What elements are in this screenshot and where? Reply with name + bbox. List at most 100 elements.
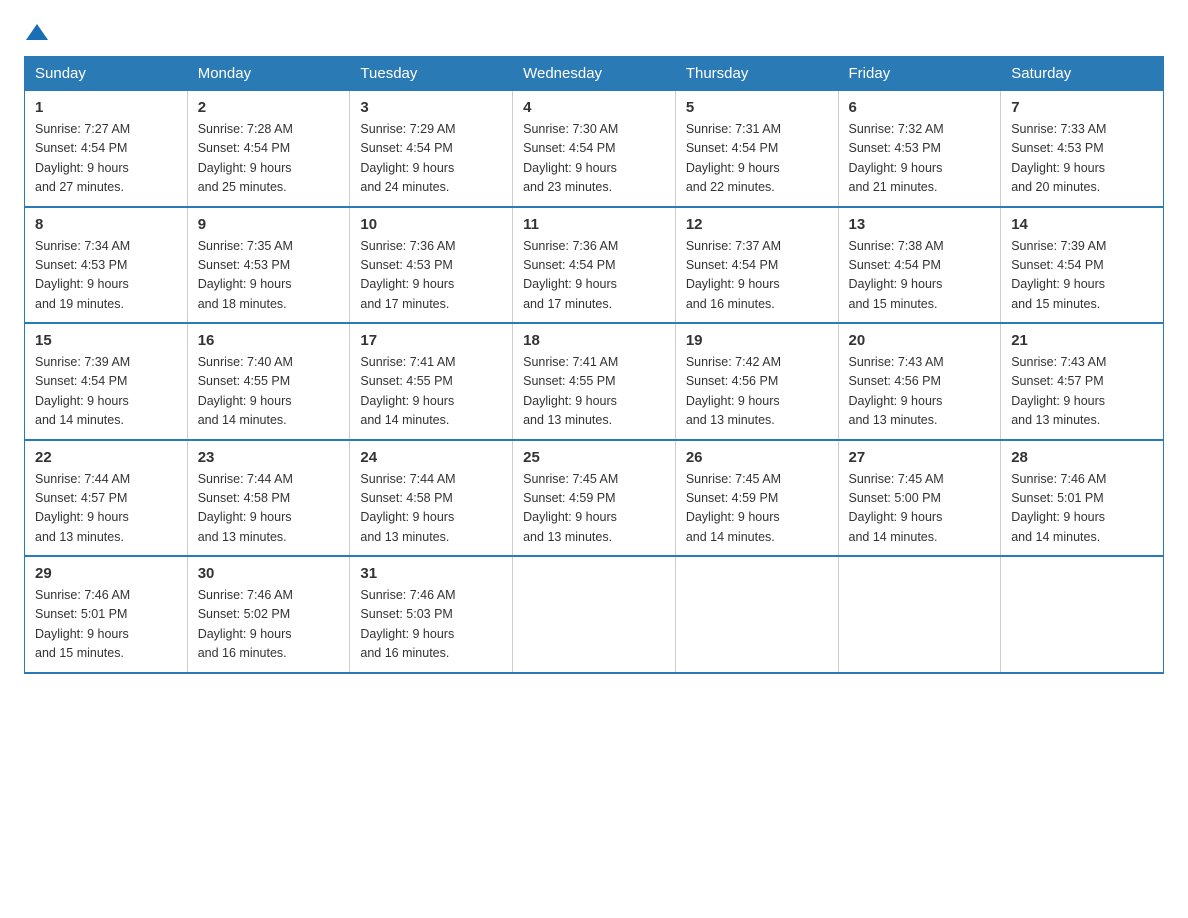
day-info: Sunrise: 7:37 AMSunset: 4:54 PMDaylight:… bbox=[686, 237, 828, 315]
calendar-day-cell: 12 Sunrise: 7:37 AMSunset: 4:54 PMDayligh… bbox=[675, 207, 838, 324]
day-number: 15 bbox=[35, 332, 177, 349]
calendar-day-cell: 6 Sunrise: 7:32 AMSunset: 4:53 PMDaylight… bbox=[838, 91, 1001, 207]
calendar-week-row: 8 Sunrise: 7:34 AMSunset: 4:53 PMDaylight… bbox=[25, 207, 1164, 324]
calendar-day-cell: 27Sunrise: 7:45 AMSunset: 5:00 PMDayligh… bbox=[838, 440, 1001, 557]
day-info: Sunrise: 7:41 AMSunset: 4:55 PMDaylight:… bbox=[523, 353, 665, 431]
calendar-day-cell: 13 Sunrise: 7:38 AMSunset: 4:54 PMDayligh… bbox=[838, 207, 1001, 324]
day-number: 23 bbox=[198, 449, 340, 466]
day-info: Sunrise: 7:36 AMSunset: 4:54 PMDaylight:… bbox=[523, 237, 665, 315]
day-number: 30 bbox=[198, 565, 340, 582]
empty-calendar-cell bbox=[513, 556, 676, 673]
calendar-day-cell: 18 Sunrise: 7:41 AMSunset: 4:55 PMDayligh… bbox=[513, 323, 676, 440]
weekday-header-monday: Monday bbox=[187, 57, 350, 91]
day-info: Sunrise: 7:45 AMSunset: 4:59 PMDaylight:… bbox=[523, 470, 665, 548]
calendar-day-cell: 30 Sunrise: 7:46 AMSunset: 5:02 PMDayligh… bbox=[187, 556, 350, 673]
day-number: 29 bbox=[35, 565, 177, 582]
calendar-day-cell: 25 Sunrise: 7:45 AMSunset: 4:59 PMDayligh… bbox=[513, 440, 676, 557]
logo-icon bbox=[26, 22, 48, 44]
day-info: Sunrise: 7:42 AMSunset: 4:56 PMDaylight:… bbox=[686, 353, 828, 431]
calendar-day-cell: 7 Sunrise: 7:33 AMSunset: 4:53 PMDaylight… bbox=[1001, 91, 1164, 207]
calendar-day-cell: 2 Sunrise: 7:28 AMSunset: 4:54 PMDaylight… bbox=[187, 91, 350, 207]
day-number: 20 bbox=[849, 332, 991, 349]
calendar-day-cell: 10 Sunrise: 7:36 AMSunset: 4:53 PMDayligh… bbox=[350, 207, 513, 324]
day-info: Sunrise: 7:43 AMSunset: 4:57 PMDaylight:… bbox=[1011, 353, 1153, 431]
calendar-day-cell: 15 Sunrise: 7:39 AMSunset: 4:54 PMDayligh… bbox=[25, 323, 188, 440]
day-number: 10 bbox=[360, 216, 502, 233]
day-info: Sunrise: 7:41 AMSunset: 4:55 PMDaylight:… bbox=[360, 353, 502, 431]
day-number: 12 bbox=[686, 216, 828, 233]
calendar-day-cell: 26 Sunrise: 7:45 AMSunset: 4:59 PMDayligh… bbox=[675, 440, 838, 557]
day-number: 13 bbox=[849, 216, 991, 233]
calendar-day-cell: 22Sunrise: 7:44 AMSunset: 4:57 PMDayligh… bbox=[25, 440, 188, 557]
day-info: Sunrise: 7:36 AMSunset: 4:53 PMDaylight:… bbox=[360, 237, 502, 315]
calendar-day-cell: 8 Sunrise: 7:34 AMSunset: 4:53 PMDaylight… bbox=[25, 207, 188, 324]
day-info: Sunrise: 7:31 AMSunset: 4:54 PMDaylight:… bbox=[686, 120, 828, 198]
calendar-day-cell: 24 Sunrise: 7:44 AMSunset: 4:58 PMDayligh… bbox=[350, 440, 513, 557]
calendar-day-cell: 21 Sunrise: 7:43 AMSunset: 4:57 PMDayligh… bbox=[1001, 323, 1164, 440]
weekday-header-sunday: Sunday bbox=[25, 57, 188, 91]
day-info: Sunrise: 7:44 AMSunset: 4:57 PMDaylight:… bbox=[35, 470, 177, 548]
day-info: Sunrise: 7:34 AMSunset: 4:53 PMDaylight:… bbox=[35, 237, 177, 315]
calendar-day-cell: 9 Sunrise: 7:35 AMSunset: 4:53 PMDaylight… bbox=[187, 207, 350, 324]
calendar-week-row: 22Sunrise: 7:44 AMSunset: 4:57 PMDayligh… bbox=[25, 440, 1164, 557]
day-info: Sunrise: 7:46 AMSunset: 5:01 PMDaylight:… bbox=[35, 586, 177, 664]
calendar-day-cell: 11 Sunrise: 7:36 AMSunset: 4:54 PMDayligh… bbox=[513, 207, 676, 324]
day-info: Sunrise: 7:46 AMSunset: 5:02 PMDaylight:… bbox=[198, 586, 340, 664]
day-info: Sunrise: 7:39 AMSunset: 4:54 PMDaylight:… bbox=[1011, 237, 1153, 315]
day-info: Sunrise: 7:46 AMSunset: 5:03 PMDaylight:… bbox=[360, 586, 502, 664]
calendar-table: SundayMondayTuesdayWednesdayThursdayFrid… bbox=[24, 56, 1164, 674]
day-number: 11 bbox=[523, 216, 665, 233]
empty-calendar-cell bbox=[675, 556, 838, 673]
day-number: 14 bbox=[1011, 216, 1153, 233]
day-info: Sunrise: 7:30 AMSunset: 4:54 PMDaylight:… bbox=[523, 120, 665, 198]
calendar-day-cell: 16Sunrise: 7:40 AMSunset: 4:55 PMDayligh… bbox=[187, 323, 350, 440]
day-info: Sunrise: 7:29 AMSunset: 4:54 PMDaylight:… bbox=[360, 120, 502, 198]
weekday-header-row: SundayMondayTuesdayWednesdayThursdayFrid… bbox=[25, 57, 1164, 91]
day-info: Sunrise: 7:44 AMSunset: 4:58 PMDaylight:… bbox=[198, 470, 340, 548]
calendar-day-cell: 19Sunrise: 7:42 AMSunset: 4:56 PMDayligh… bbox=[675, 323, 838, 440]
page-header bbox=[24, 24, 1164, 38]
weekday-header-friday: Friday bbox=[838, 57, 1001, 91]
day-info: Sunrise: 7:38 AMSunset: 4:54 PMDaylight:… bbox=[849, 237, 991, 315]
calendar-day-cell: 31 Sunrise: 7:46 AMSunset: 5:03 PMDayligh… bbox=[350, 556, 513, 673]
day-info: Sunrise: 7:46 AMSunset: 5:01 PMDaylight:… bbox=[1011, 470, 1153, 548]
day-number: 8 bbox=[35, 216, 177, 233]
calendar-day-cell: 29 Sunrise: 7:46 AMSunset: 5:01 PMDayligh… bbox=[25, 556, 188, 673]
day-number: 31 bbox=[360, 565, 502, 582]
day-info: Sunrise: 7:44 AMSunset: 4:58 PMDaylight:… bbox=[360, 470, 502, 548]
day-info: Sunrise: 7:45 AMSunset: 4:59 PMDaylight:… bbox=[686, 470, 828, 548]
calendar-day-cell: 23 Sunrise: 7:44 AMSunset: 4:58 PMDayligh… bbox=[187, 440, 350, 557]
empty-calendar-cell bbox=[838, 556, 1001, 673]
day-info: Sunrise: 7:40 AMSunset: 4:55 PMDaylight:… bbox=[198, 353, 340, 431]
logo bbox=[24, 24, 48, 38]
day-number: 3 bbox=[360, 99, 502, 116]
day-number: 7 bbox=[1011, 99, 1153, 116]
day-info: Sunrise: 7:43 AMSunset: 4:56 PMDaylight:… bbox=[849, 353, 991, 431]
day-number: 2 bbox=[198, 99, 340, 116]
day-info: Sunrise: 7:33 AMSunset: 4:53 PMDaylight:… bbox=[1011, 120, 1153, 198]
day-number: 27 bbox=[849, 449, 991, 466]
day-number: 24 bbox=[360, 449, 502, 466]
calendar-day-cell: 1Sunrise: 7:27 AMSunset: 4:54 PMDaylight… bbox=[25, 91, 188, 207]
day-number: 6 bbox=[849, 99, 991, 116]
day-number: 17 bbox=[360, 332, 502, 349]
calendar-day-cell: 3 Sunrise: 7:29 AMSunset: 4:54 PMDaylight… bbox=[350, 91, 513, 207]
day-number: 21 bbox=[1011, 332, 1153, 349]
day-number: 18 bbox=[523, 332, 665, 349]
day-info: Sunrise: 7:32 AMSunset: 4:53 PMDaylight:… bbox=[849, 120, 991, 198]
day-info: Sunrise: 7:28 AMSunset: 4:54 PMDaylight:… bbox=[198, 120, 340, 198]
calendar-day-cell: 17 Sunrise: 7:41 AMSunset: 4:55 PMDayligh… bbox=[350, 323, 513, 440]
day-number: 5 bbox=[686, 99, 828, 116]
calendar-day-cell: 4 Sunrise: 7:30 AMSunset: 4:54 PMDaylight… bbox=[513, 91, 676, 207]
day-number: 9 bbox=[198, 216, 340, 233]
day-number: 4 bbox=[523, 99, 665, 116]
calendar-day-cell: 20 Sunrise: 7:43 AMSunset: 4:56 PMDayligh… bbox=[838, 323, 1001, 440]
weekday-header-thursday: Thursday bbox=[675, 57, 838, 91]
day-info: Sunrise: 7:35 AMSunset: 4:53 PMDaylight:… bbox=[198, 237, 340, 315]
day-info: Sunrise: 7:27 AMSunset: 4:54 PMDaylight:… bbox=[35, 120, 177, 198]
day-info: Sunrise: 7:39 AMSunset: 4:54 PMDaylight:… bbox=[35, 353, 177, 431]
day-number: 26 bbox=[686, 449, 828, 466]
weekday-header-tuesday: Tuesday bbox=[350, 57, 513, 91]
calendar-week-row: 15 Sunrise: 7:39 AMSunset: 4:54 PMDayligh… bbox=[25, 323, 1164, 440]
day-number: 25 bbox=[523, 449, 665, 466]
